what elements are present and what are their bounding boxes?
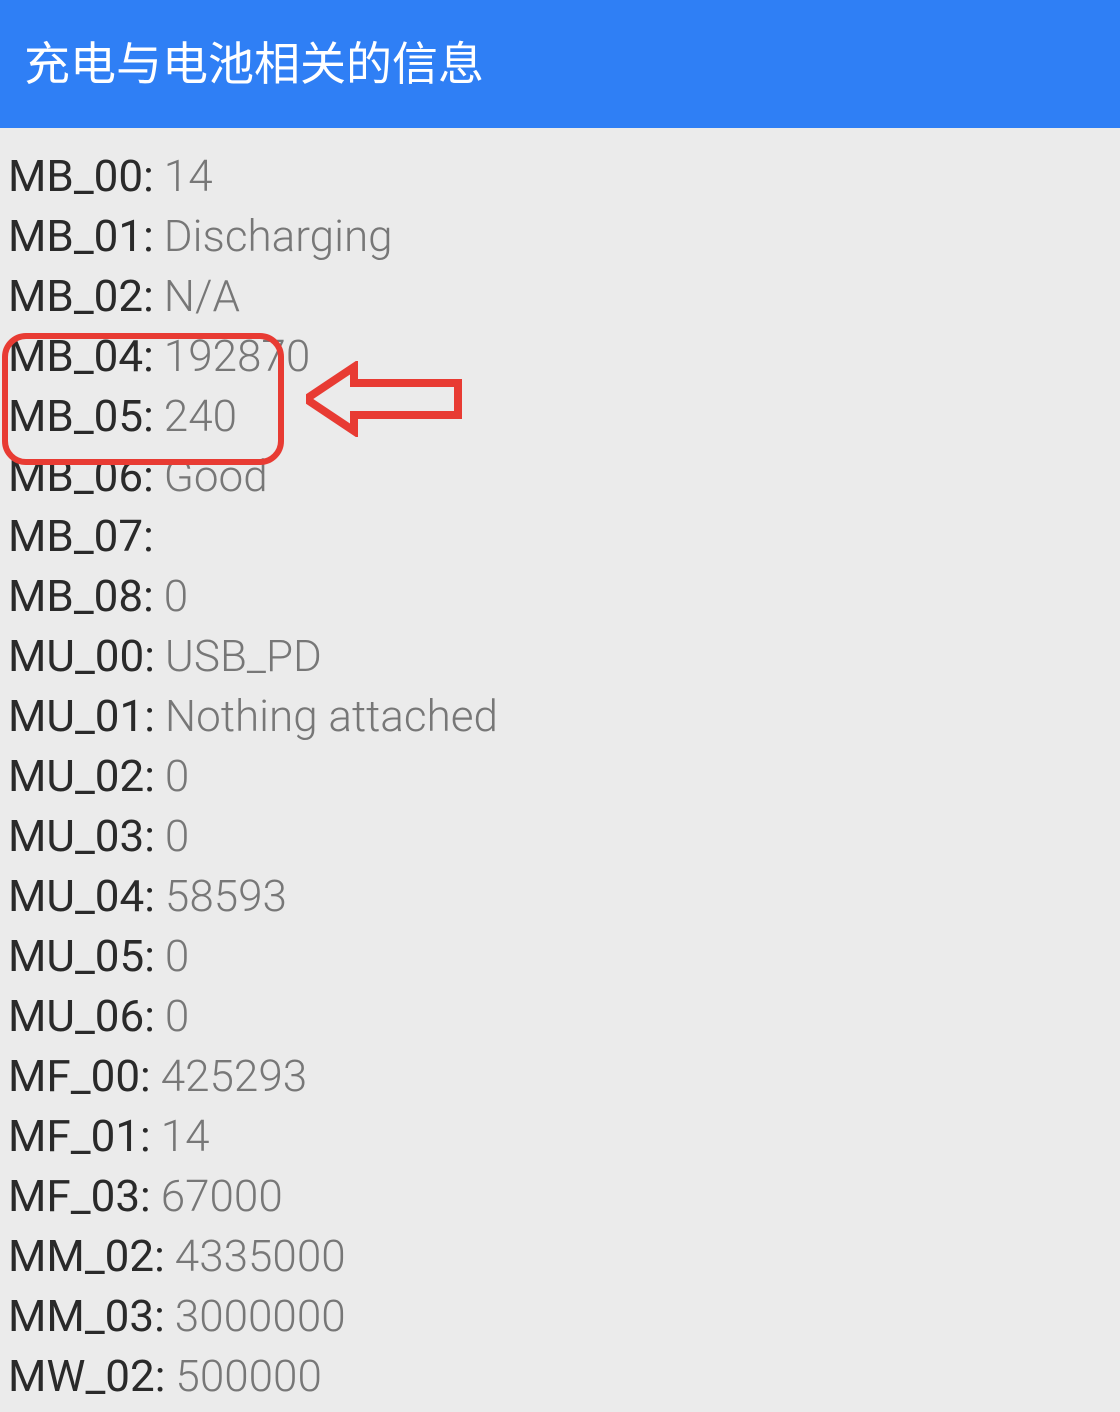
info-row: MW_02:500000	[8, 1346, 1112, 1406]
info-key: MB_00	[8, 146, 143, 206]
info-separator: :	[144, 866, 155, 926]
info-row: MU_01:Nothing attached	[8, 686, 1112, 746]
info-row: MU_03:0	[8, 806, 1112, 866]
info-row: MF_01:14	[8, 1106, 1112, 1166]
info-key: MB_01	[8, 206, 143, 266]
info-separator: :	[144, 686, 155, 746]
info-row: MB_01:Discharging	[8, 206, 1112, 266]
info-value: 58593	[165, 866, 287, 926]
info-key: MB_06	[8, 446, 143, 506]
info-row: MF_03:67000	[8, 1166, 1112, 1226]
info-key: MF_01	[8, 1106, 140, 1166]
info-separator: :	[144, 746, 155, 806]
info-key: MB_02	[8, 266, 143, 326]
info-key: MU_04	[8, 866, 144, 926]
info-value: 3000000	[175, 1286, 346, 1346]
info-key: MW_02	[8, 1346, 155, 1406]
info-separator: :	[143, 446, 154, 506]
info-separator: :	[144, 986, 155, 1046]
info-value: 425293	[161, 1046, 307, 1106]
info-separator: :	[143, 206, 154, 266]
info-row: MM_02:4335000	[8, 1226, 1112, 1286]
info-key: MM_02	[8, 1226, 154, 1286]
info-separator: :	[144, 926, 155, 986]
info-row: MB_05:240	[8, 386, 1112, 446]
info-separator: :	[143, 326, 154, 386]
info-value: USB_PD	[165, 626, 322, 686]
info-separator: :	[143, 506, 154, 566]
info-value: 0	[165, 806, 189, 866]
info-row: MU_02:0	[8, 746, 1112, 806]
info-separator: :	[140, 1046, 151, 1106]
info-row: MB_00:14	[8, 146, 1112, 206]
info-separator: :	[143, 386, 154, 446]
info-value: 192870	[164, 326, 310, 386]
info-separator: :	[154, 1226, 165, 1286]
info-key: MU_02	[8, 746, 144, 806]
info-separator: :	[140, 1166, 151, 1226]
info-separator: :	[154, 1286, 165, 1346]
info-key: MB_04	[8, 326, 143, 386]
info-value: 0	[164, 566, 188, 626]
info-row: MU_05:0	[8, 926, 1112, 986]
info-key: MB_07	[8, 506, 143, 566]
info-separator: :	[143, 146, 154, 206]
info-separator: :	[140, 1106, 151, 1166]
info-value: N/A	[164, 266, 240, 326]
info-value: 4335000	[175, 1226, 346, 1286]
info-list: MB_00:14MB_01:DischargingMB_02:N/AMB_04:…	[0, 128, 1120, 1406]
info-key: MB_08	[8, 566, 143, 626]
info-key: MU_06	[8, 986, 144, 1046]
info-row: MB_04:192870	[8, 326, 1112, 386]
info-key: MF_00	[8, 1046, 140, 1106]
info-row: MU_06:0	[8, 986, 1112, 1046]
info-value: 500000	[175, 1346, 321, 1406]
info-key: MU_05	[8, 926, 144, 986]
info-key: MB_05	[8, 386, 143, 446]
info-row: MB_02:N/A	[8, 266, 1112, 326]
page-title: 充电与电池相关的信息	[24, 38, 484, 92]
info-separator: :	[155, 1346, 166, 1406]
info-row: MU_00:USB_PD	[8, 626, 1112, 686]
info-row: MB_07:	[8, 506, 1112, 566]
info-value: 14	[164, 146, 213, 206]
info-key: MF_03	[8, 1166, 140, 1226]
info-row: MB_08:0	[8, 566, 1112, 626]
info-value: Discharging	[164, 206, 393, 266]
info-row: MU_04:58593	[8, 866, 1112, 926]
info-separator: :	[144, 806, 155, 866]
info-value: 14	[161, 1106, 210, 1166]
info-key: MU_00	[8, 626, 144, 686]
info-separator: :	[143, 566, 154, 626]
info-key: MM_03	[8, 1286, 154, 1346]
info-row: MM_03:3000000	[8, 1286, 1112, 1346]
info-value: 240	[164, 386, 237, 446]
info-separator: :	[144, 626, 155, 686]
page-header: 充电与电池相关的信息	[0, 0, 1120, 128]
info-row: MB_06:Good	[8, 446, 1112, 506]
info-row: MF_00:425293	[8, 1046, 1112, 1106]
info-value: 67000	[161, 1166, 283, 1226]
info-value: 0	[165, 926, 189, 986]
info-key: MU_03	[8, 806, 144, 866]
info-separator: :	[143, 266, 154, 326]
info-value: Good	[164, 446, 268, 506]
info-value: 0	[165, 986, 189, 1046]
info-value: 0	[165, 746, 189, 806]
info-value: Nothing attached	[165, 686, 498, 746]
info-key: MU_01	[8, 686, 144, 746]
